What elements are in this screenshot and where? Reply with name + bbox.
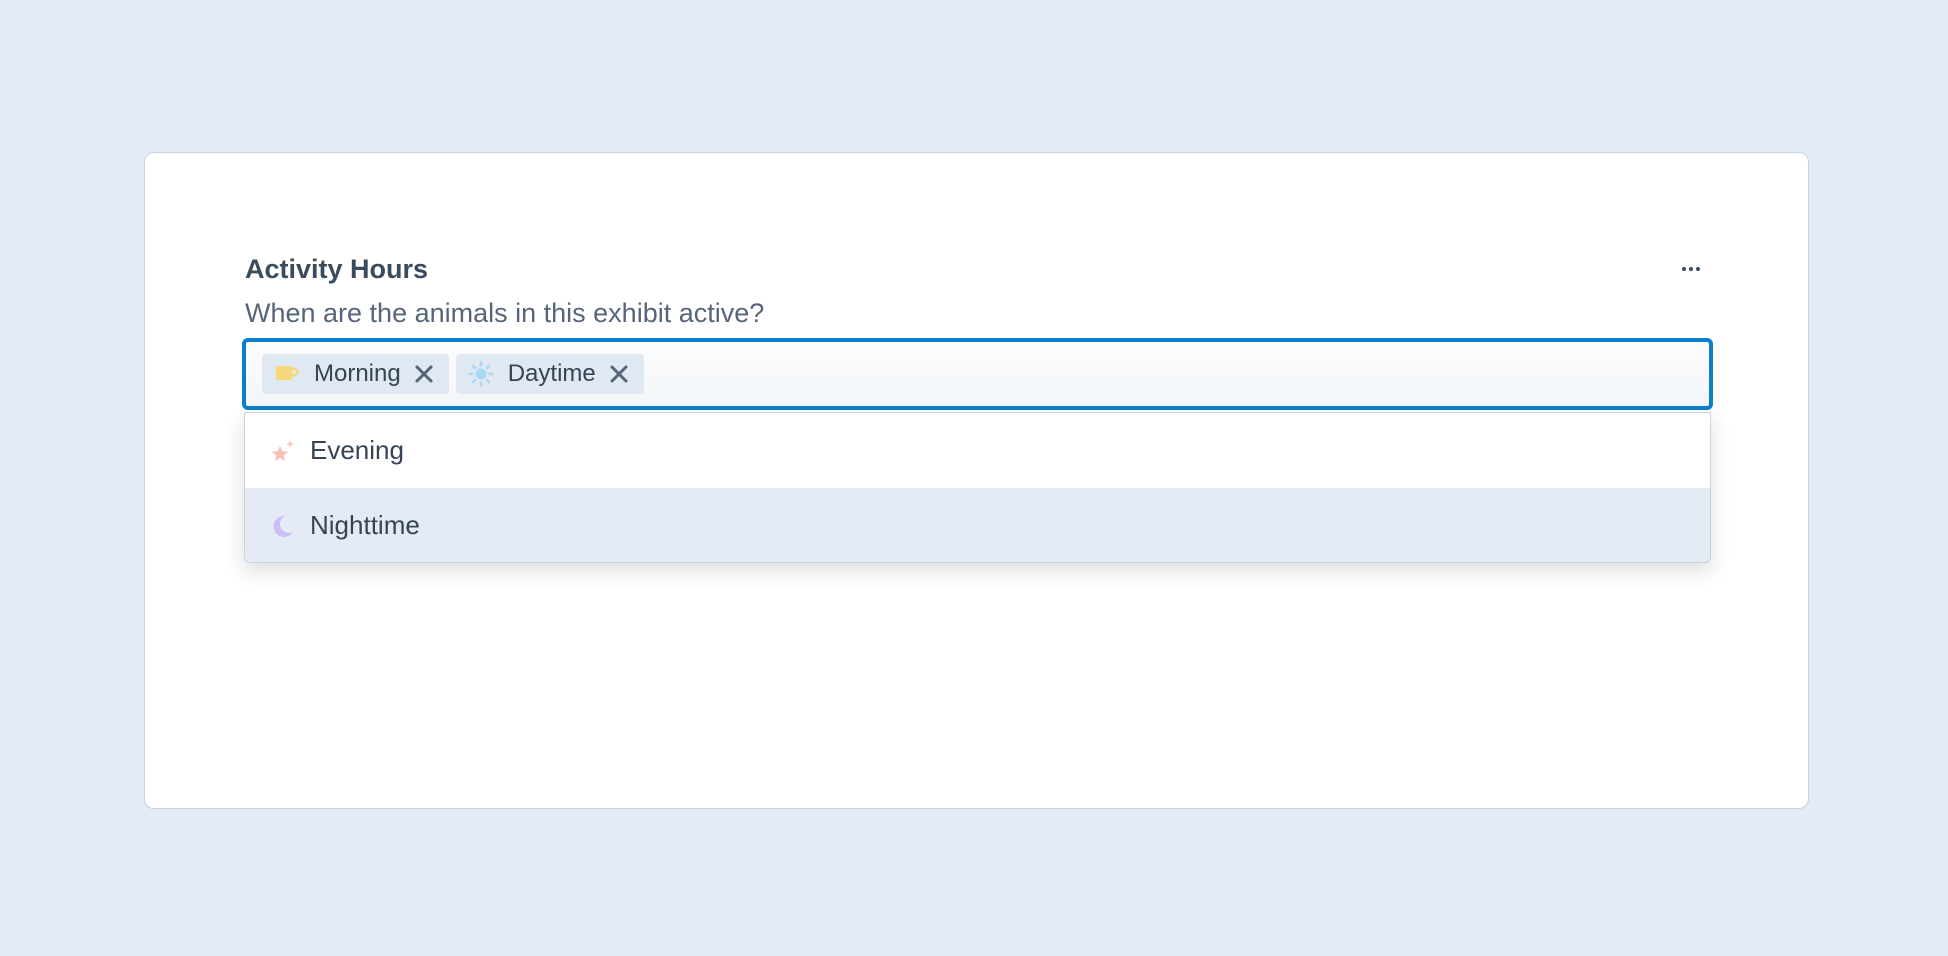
- more-options-button[interactable]: [1675, 257, 1707, 281]
- form-card: Activity Hours When are the animals in t…: [144, 152, 1809, 809]
- ellipsis-dot: [1689, 267, 1693, 271]
- ellipsis-dot: [1696, 267, 1700, 271]
- options-dropdown: Evening Nighttime: [244, 412, 1711, 563]
- sun-icon: [468, 361, 494, 387]
- multi-select-input[interactable]: Morning Daytime: [242, 338, 1713, 410]
- tag-label: Daytime: [507, 360, 596, 387]
- remove-tag-daytime-button[interactable]: [606, 361, 632, 387]
- option-label: Evening: [310, 435, 404, 465]
- close-icon: [415, 365, 433, 383]
- ellipsis-icon: [1682, 267, 1686, 271]
- sparkle-star-icon: [270, 438, 296, 464]
- field-description: When are the animals in this exhibit act…: [245, 298, 765, 328]
- moon-icon: [270, 513, 296, 539]
- coffee-cup-icon: [274, 361, 300, 387]
- option-evening[interactable]: Evening: [245, 413, 1710, 488]
- remove-tag-morning-button[interactable]: [411, 361, 437, 387]
- selected-tag-morning: Morning: [262, 354, 449, 394]
- field-title: Activity Hours: [245, 254, 429, 284]
- tag-label: Morning: [314, 360, 401, 387]
- selected-tag-daytime: Daytime: [455, 354, 644, 394]
- option-nighttime[interactable]: Nighttime: [245, 488, 1710, 562]
- close-icon: [610, 365, 628, 383]
- option-label: Nighttime: [310, 510, 420, 540]
